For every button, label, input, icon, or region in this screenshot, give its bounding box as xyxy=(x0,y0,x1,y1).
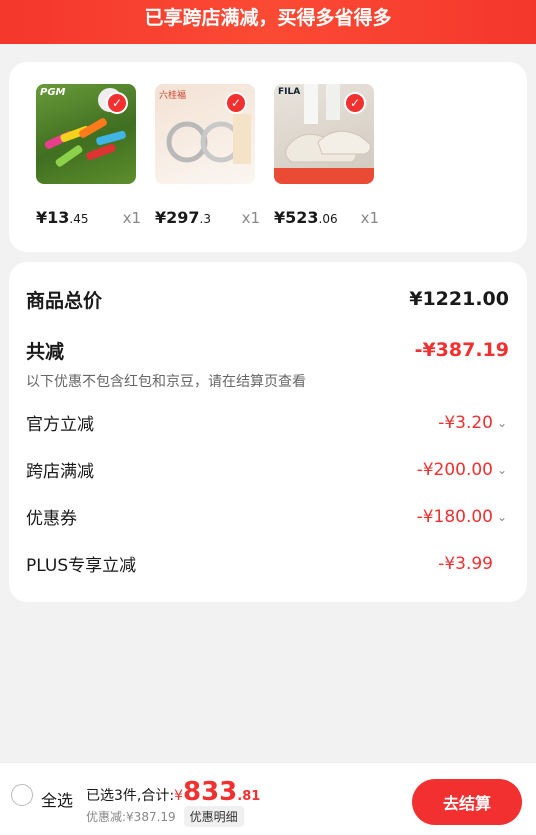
product-image[interactable]: 六桂福 ✓ xyxy=(155,84,255,184)
total-row: 商品总价 ¥1221.00 xyxy=(26,284,509,314)
total-price: 已选3件,合计: ¥ 833 .81 xyxy=(86,777,261,807)
reduce-value: -¥387.19 xyxy=(414,339,509,361)
product-item[interactable]: 六桂福 ✓ ¥297.3 x1 xyxy=(155,84,274,252)
price-summary: 商品总价 ¥1221.00 共减 -¥387.19 以下优惠不包含红包和京豆，请… xyxy=(9,262,527,602)
selected-count-label: 已选3件,合计: xyxy=(86,788,175,804)
discount-summary: 优惠减:¥387.19 xyxy=(86,810,176,824)
product-strip: PGM ✓ ¥13.45 x1 六桂福 ✓ ¥297.3 x1 FILA ✓ ¥… xyxy=(9,62,527,252)
discount-row-plus: PLUS专享立减 -¥3.99 xyxy=(26,540,509,587)
reduce-row: 共减 -¥387.19 xyxy=(26,335,509,365)
select-all-label[interactable]: 全选 xyxy=(41,787,73,811)
chevron-down-icon: ⌄ xyxy=(497,462,508,477)
checkout-button[interactable]: 去结算 xyxy=(412,779,522,825)
discount-note: 以下优惠不包含红包和京豆，请在结算页查看 xyxy=(26,374,306,390)
total-dec: .81 xyxy=(237,789,261,804)
product-qty: x1 xyxy=(122,209,141,227)
discount-value: -¥180.00 xyxy=(416,506,493,527)
discount-label: PLUS专享立减 xyxy=(26,556,137,576)
discount-label: 跨店满减 xyxy=(26,462,94,482)
total-label: 商品总价 xyxy=(26,289,103,312)
product-price: ¥297.3 xyxy=(155,208,211,227)
promo-banner-text: 已享跨店满减，买得多省得多 xyxy=(144,7,392,29)
product-item[interactable]: FILA ✓ ¥523.06 x1 xyxy=(274,84,393,252)
discount-value: -¥3.20 xyxy=(438,412,493,433)
discount-row-official[interactable]: 官方立减 -¥3.20 ⌄ xyxy=(26,399,509,446)
selected-check-icon[interactable]: ✓ xyxy=(225,92,247,114)
discount-row-cross-store[interactable]: 跨店满减 -¥200.00 ⌄ xyxy=(26,446,509,493)
discount-row-coupon[interactable]: 优惠券 -¥180.00 ⌄ xyxy=(26,493,509,540)
discount-label: 官方立减 xyxy=(26,415,94,435)
product-image[interactable]: PGM ✓ xyxy=(36,84,136,184)
discount-label: 优惠券 xyxy=(26,509,77,529)
product-price: ¥523.06 xyxy=(274,208,338,227)
product-price: ¥13.45 xyxy=(36,208,89,227)
product-qty: x1 xyxy=(241,209,260,227)
promo-banner: 已享跨店满减，买得多省得多 xyxy=(0,0,536,44)
chevron-down-icon: ⌄ xyxy=(497,509,508,524)
selected-check-icon[interactable]: ✓ xyxy=(106,92,128,114)
total-int: 833 xyxy=(183,777,238,807)
checkout-bar: 全选 已选3件,合计: ¥ 833 .81 优惠减:¥387.19 优惠明细 去… xyxy=(0,762,536,835)
product-image[interactable]: FILA ✓ xyxy=(274,84,374,184)
product-qty: x1 xyxy=(360,209,379,227)
total-value: ¥1221.00 xyxy=(409,288,509,310)
reduce-label: 共减 xyxy=(26,340,65,363)
discount-value: -¥3.99 xyxy=(438,553,493,574)
select-all-radio[interactable] xyxy=(11,784,33,806)
selected-check-icon[interactable]: ✓ xyxy=(344,92,366,114)
discount-detail-button[interactable]: 优惠明细 xyxy=(183,806,244,827)
discount-value: -¥200.00 xyxy=(416,459,493,480)
product-item[interactable]: PGM ✓ ¥13.45 x1 xyxy=(36,84,155,252)
chevron-down-icon: ⌄ xyxy=(497,415,508,430)
